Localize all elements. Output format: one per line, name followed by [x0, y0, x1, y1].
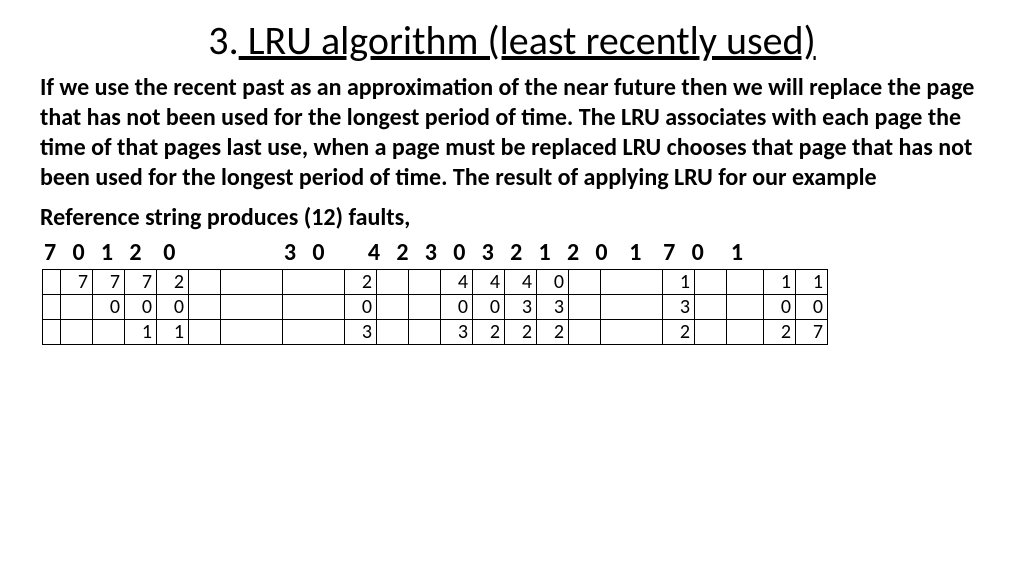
grid-cell: 2 — [663, 320, 695, 345]
grid-cell: 4 — [505, 270, 537, 295]
grid-cell: 0 — [157, 295, 189, 320]
grid-cell — [569, 320, 601, 345]
grid-cell — [695, 270, 727, 295]
grid-cell: 4 — [441, 270, 473, 295]
grid-cell: 2 — [345, 270, 377, 295]
grid-cell: 0 — [125, 295, 157, 320]
grid-cell: 2 — [157, 270, 189, 295]
grid-cell — [93, 320, 125, 345]
grid-cell — [43, 295, 61, 320]
grid-cell: 7 — [796, 320, 828, 345]
grid-cell: 7 — [61, 270, 93, 295]
grid-cell — [61, 320, 93, 345]
faults-line: Reference string produces (12) faults, — [40, 203, 984, 232]
grid-cell: 4 — [473, 270, 505, 295]
grid-cell — [727, 320, 764, 345]
reference-string: 7 0 1 2 0 3 0 4 2 3 0 3 2 1 2 0 1 7 0 1 — [40, 238, 984, 267]
grid-cell: 0 — [764, 295, 796, 320]
grid-cell: 1 — [663, 270, 695, 295]
grid-cell: 3 — [505, 295, 537, 320]
grid-cell — [409, 295, 441, 320]
grid-cell: 1 — [125, 320, 157, 345]
grid-cell — [601, 295, 663, 320]
grid-cell — [727, 295, 764, 320]
grid-cell — [189, 270, 221, 295]
grid-cell: 3 — [537, 295, 569, 320]
grid-cell — [283, 320, 345, 345]
grid-cell — [377, 295, 409, 320]
grid-cell — [43, 270, 61, 295]
grid-cell: 0 — [93, 295, 125, 320]
grid-cell: 2 — [505, 320, 537, 345]
grid-cell — [221, 295, 283, 320]
grid-cell — [695, 320, 727, 345]
grid-cell — [189, 320, 221, 345]
slide-title: 3. LRU algorithm (least recently used) — [40, 16, 984, 65]
grid-cell: 0 — [473, 295, 505, 320]
grid-cell — [601, 320, 663, 345]
grid-cell: 2 — [473, 320, 505, 345]
grid-cell — [43, 320, 61, 345]
grid-cell — [221, 270, 283, 295]
grid-cell — [61, 295, 93, 320]
frame-grid-wrap: 777224440111000000333001133222227 — [42, 269, 984, 345]
grid-cell: 1 — [796, 270, 828, 295]
grid-cell: 3 — [441, 320, 473, 345]
grid-cell — [695, 295, 727, 320]
description-paragraph: If we use the recent past as an approxim… — [40, 73, 984, 193]
grid-cell — [601, 270, 663, 295]
grid-cell: 7 — [93, 270, 125, 295]
title-main: LRU algorithm (least recently used) — [239, 16, 816, 65]
grid-cell — [569, 295, 601, 320]
grid-cell — [189, 295, 221, 320]
grid-cell: 2 — [537, 320, 569, 345]
grid-cell: 0 — [441, 295, 473, 320]
grid-cell: 3 — [663, 295, 695, 320]
grid-cell: 3 — [345, 320, 377, 345]
grid-cell: 0 — [537, 270, 569, 295]
grid-cell: 1 — [764, 270, 796, 295]
grid-cell: 0 — [796, 295, 828, 320]
grid-cell: 1 — [157, 320, 189, 345]
grid-cell — [727, 270, 764, 295]
grid-cell — [283, 270, 345, 295]
title-prefix: 3. — [208, 16, 238, 65]
grid-cell: 0 — [345, 295, 377, 320]
grid-cell: 2 — [764, 320, 796, 345]
grid-cell — [377, 320, 409, 345]
grid-cell — [283, 295, 345, 320]
grid-cell — [569, 270, 601, 295]
grid-cell — [221, 320, 283, 345]
frame-grid: 777224440111000000333001133222227 — [42, 269, 828, 345]
grid-cell — [377, 270, 409, 295]
grid-cell: 7 — [125, 270, 157, 295]
grid-cell — [409, 320, 441, 345]
grid-cell — [409, 270, 441, 295]
